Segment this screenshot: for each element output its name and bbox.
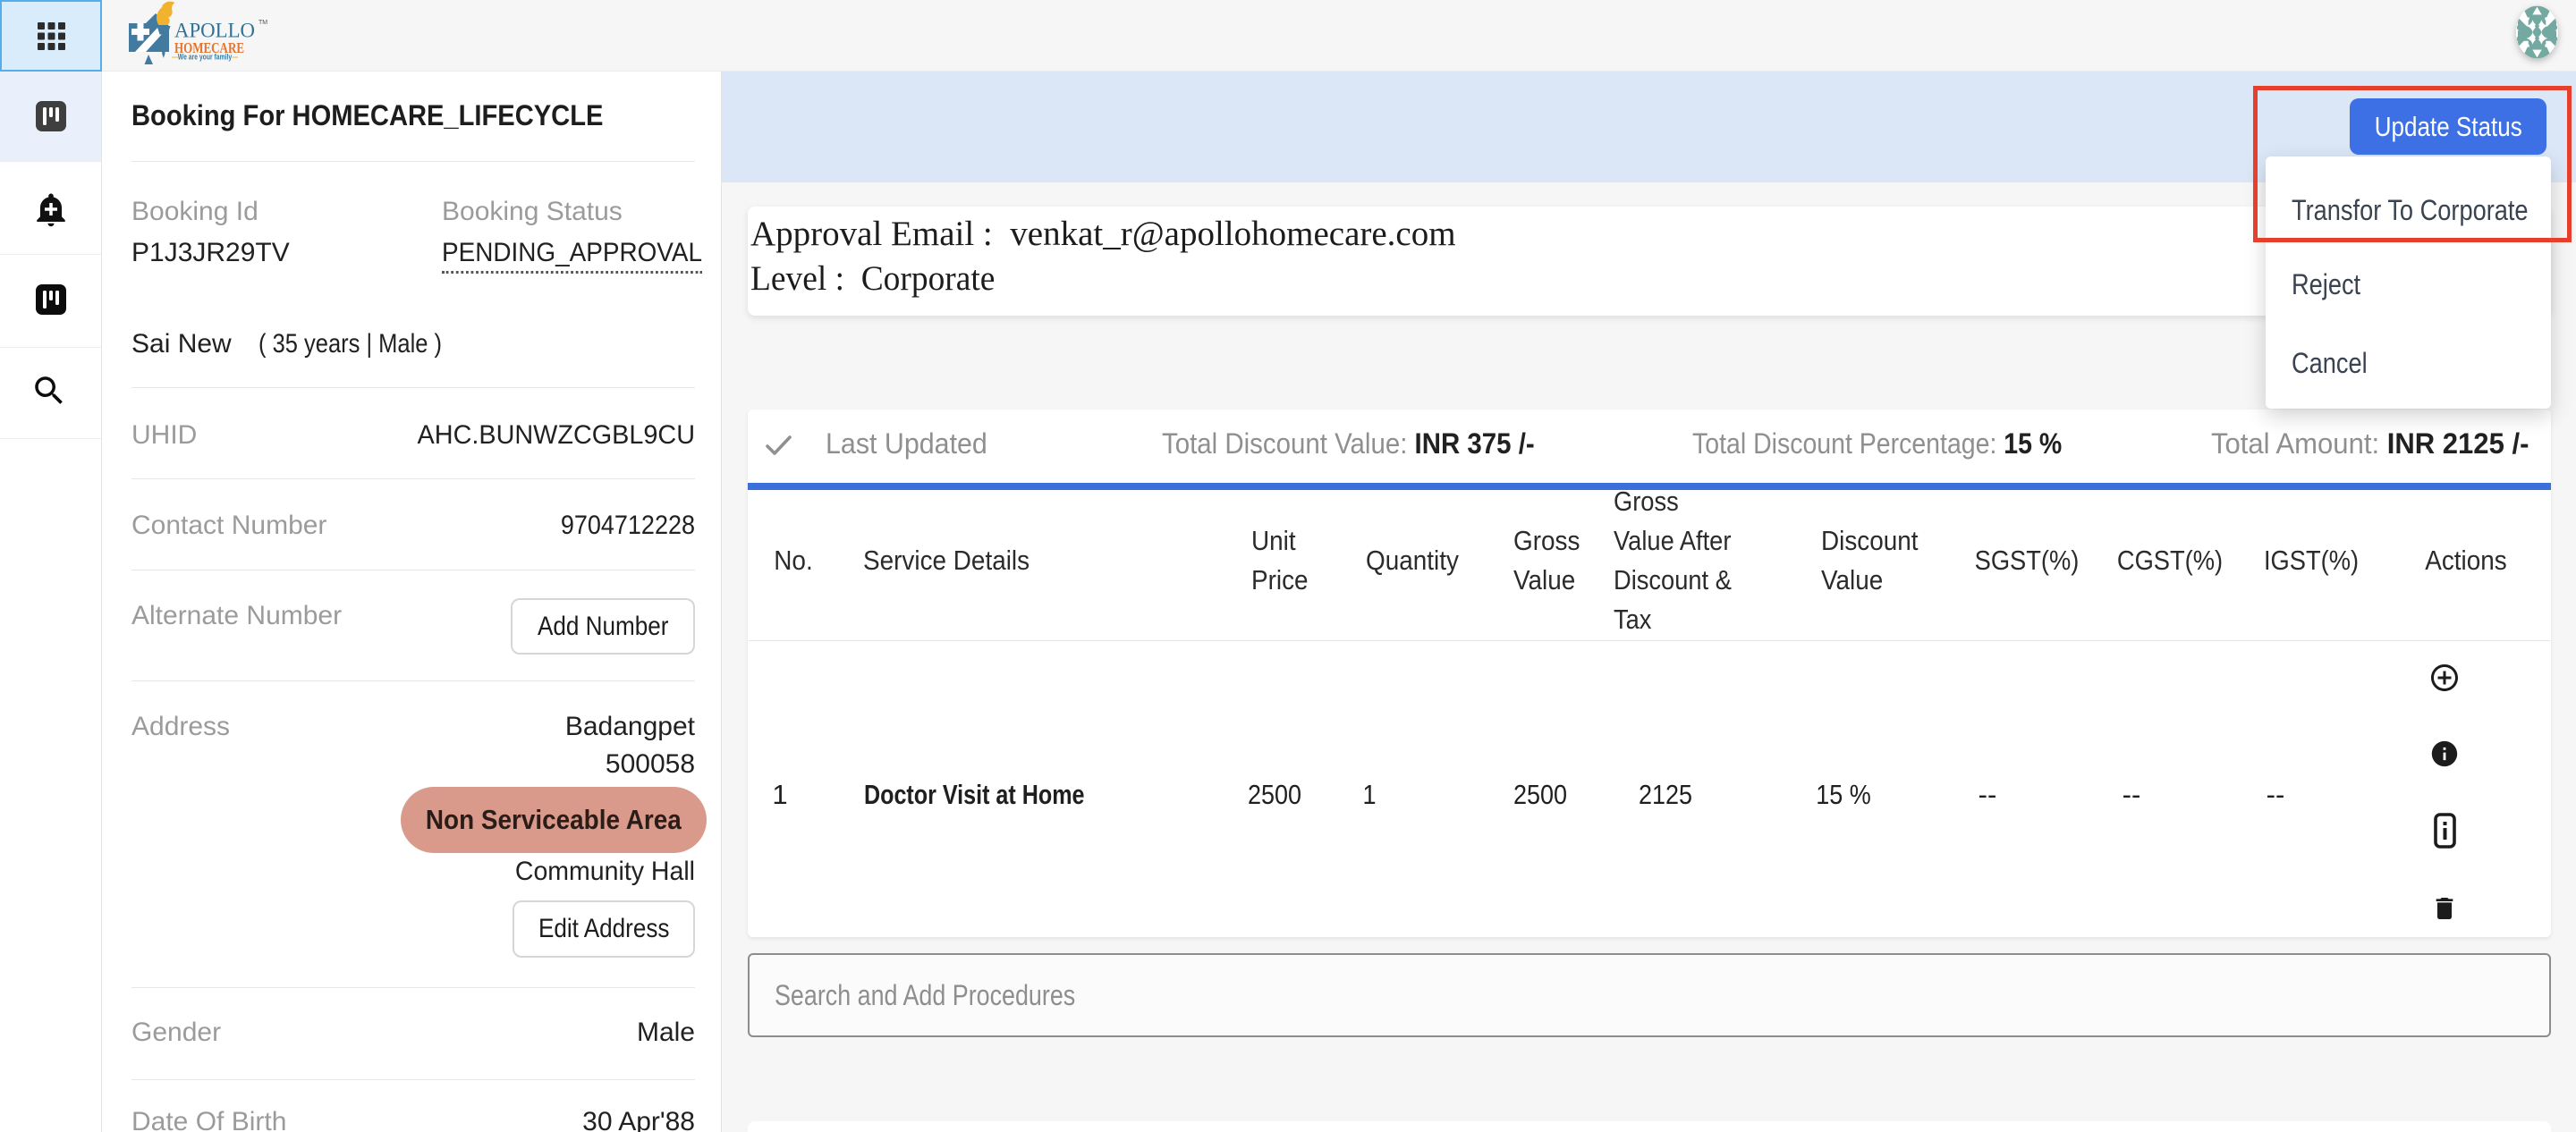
- svg-text:TM: TM: [258, 20, 267, 26]
- svg-text:—We are your family—: —We are your family—: [172, 53, 238, 63]
